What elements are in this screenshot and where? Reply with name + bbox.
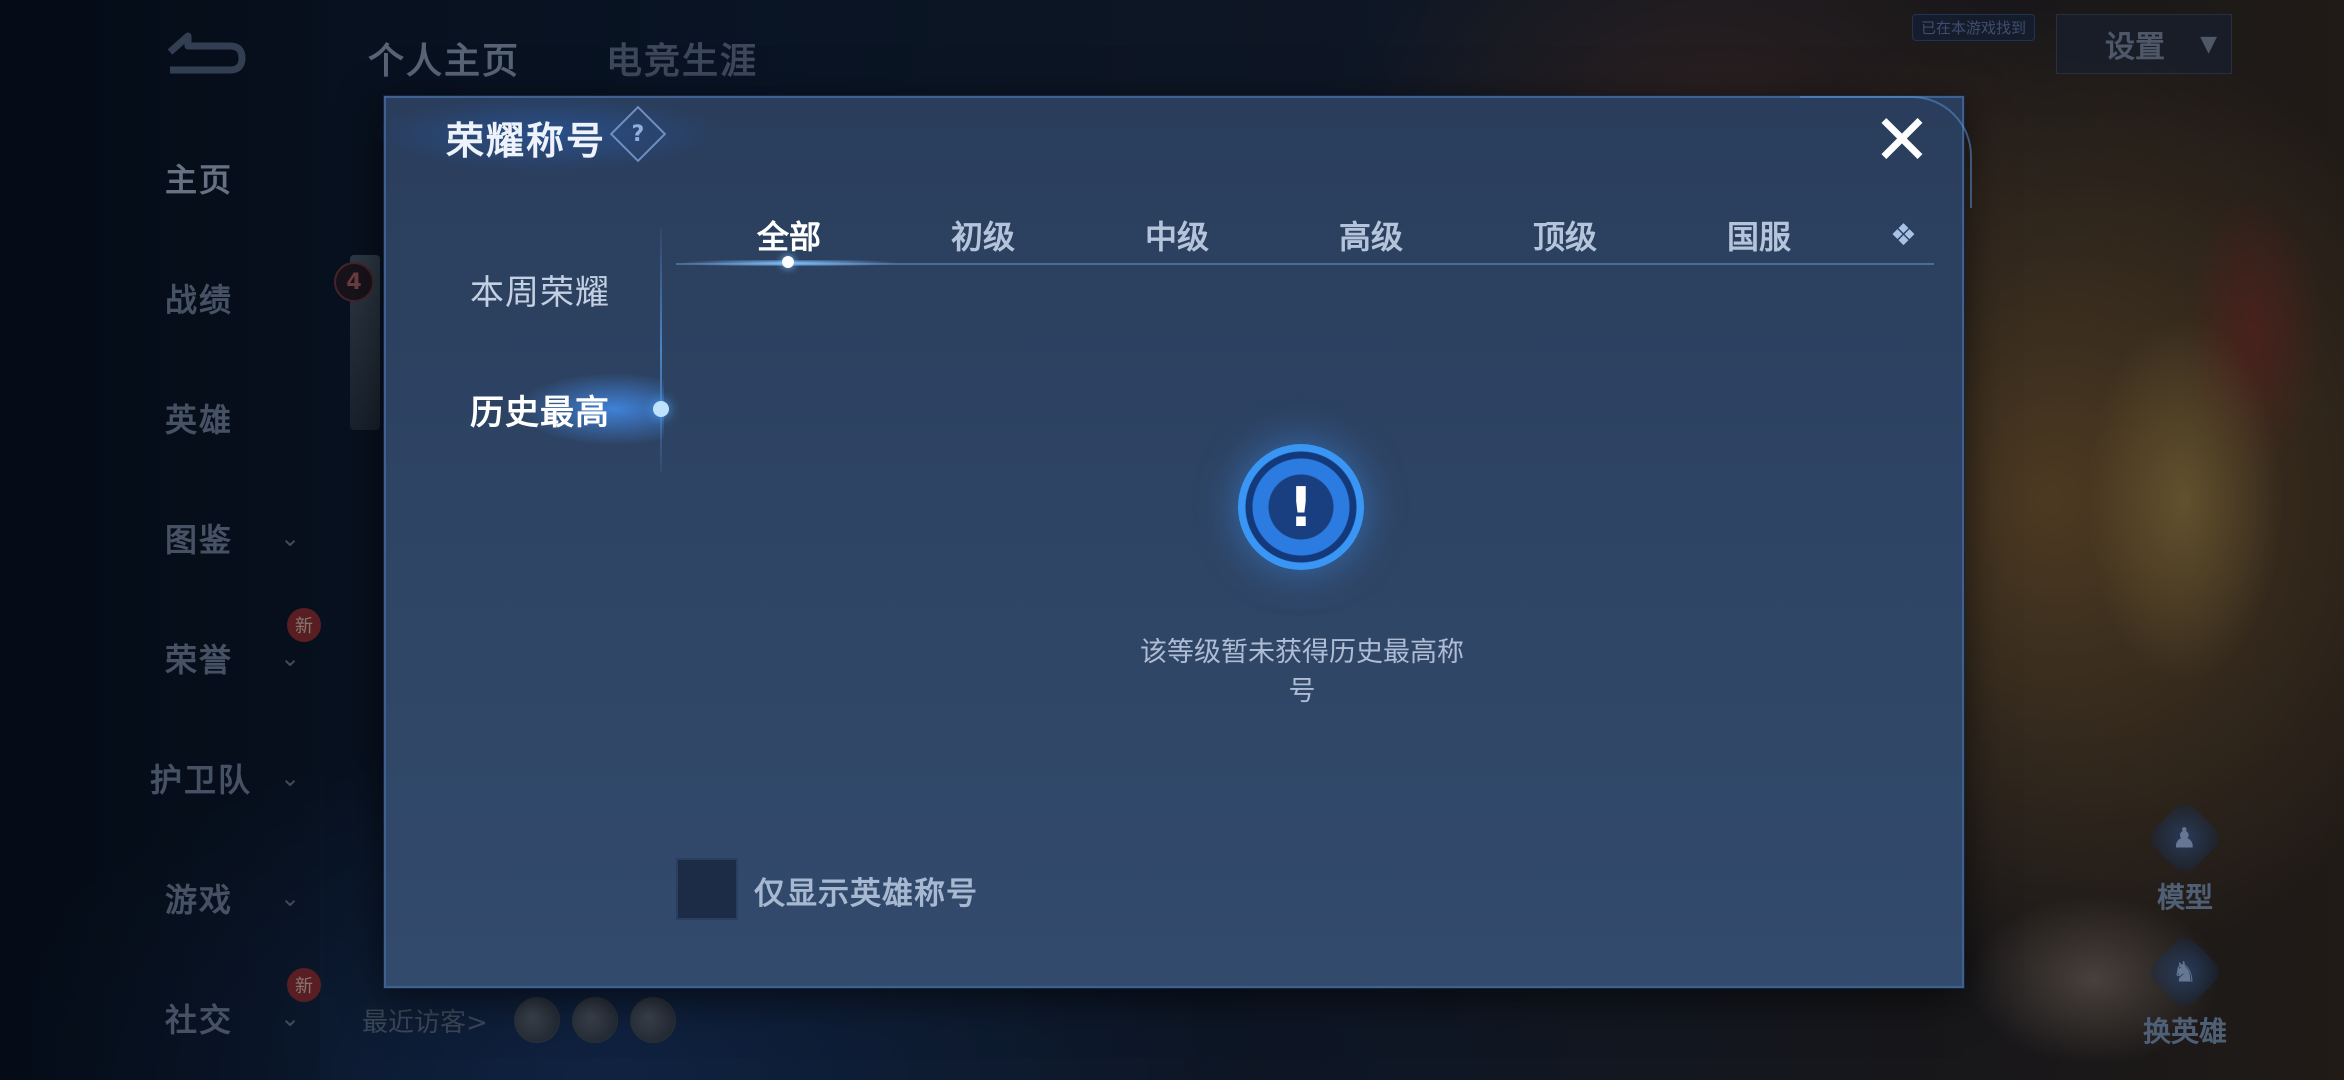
active-tab-dot: [782, 256, 794, 268]
tab-all[interactable]: 全部: [714, 212, 864, 258]
side-divider: [660, 228, 662, 473]
tab-advanced[interactable]: 高级: [1296, 212, 1446, 258]
side-tab-weekly-honor[interactable]: 本周荣耀: [384, 254, 664, 324]
close-icon[interactable]: ✕: [1872, 105, 1932, 175]
hero-title-only-checkbox[interactable]: [676, 858, 738, 920]
side-tab-history-best[interactable]: 历史最高: [384, 374, 664, 444]
side-tab-label: 本周荣耀: [470, 272, 610, 313]
diamond-icon[interactable]: ❖: [1890, 218, 1917, 253]
dialog-title: 荣耀称号: [446, 119, 607, 163]
active-indicator: [653, 401, 669, 417]
exclamation-icon: !: [1238, 444, 1364, 570]
tab-national[interactable]: 国服: [1684, 212, 1834, 258]
grade-tabs: 全部 初级 中级 高级 顶级 国服: [676, 200, 1936, 266]
tab-intermediate[interactable]: 中级: [1102, 212, 1252, 258]
tab-top[interactable]: 顶级: [1490, 212, 1640, 258]
checkbox-label[interactable]: 仅显示英雄称号: [754, 868, 978, 913]
empty-state-text: 该等级暂未获得历史最高称号: [1140, 637, 1464, 707]
side-tab-label: 历史最高: [470, 392, 610, 433]
tab-beginner[interactable]: 初级: [908, 212, 1058, 258]
